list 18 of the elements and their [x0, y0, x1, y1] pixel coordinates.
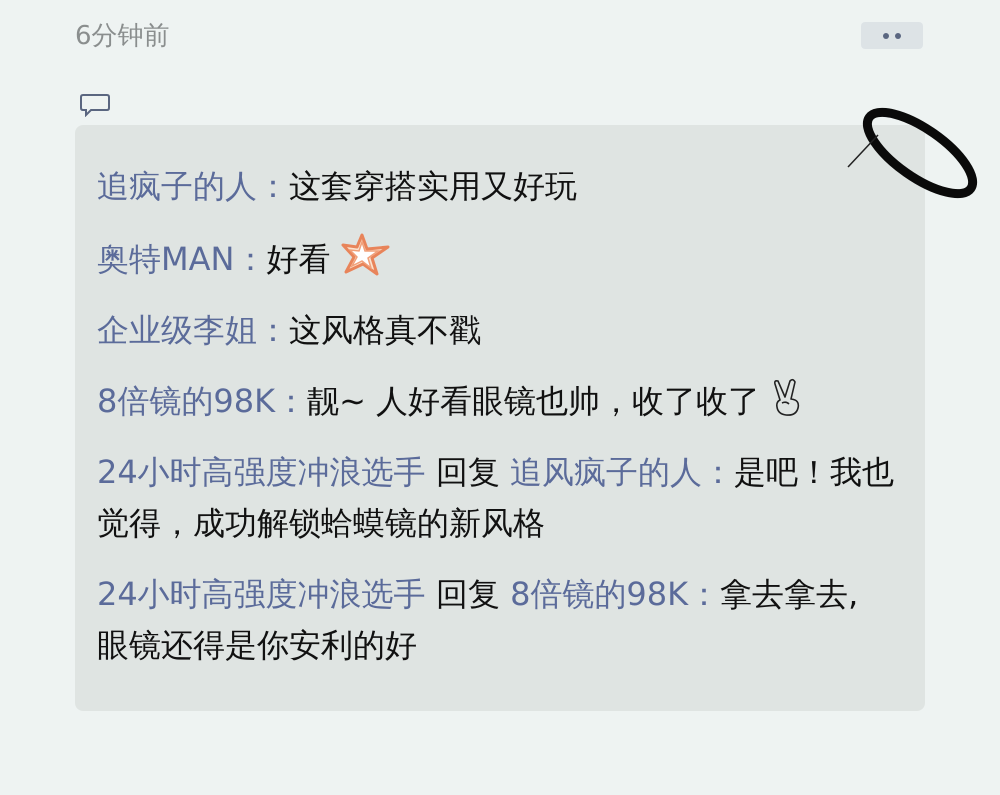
comment-text: 企业级李姐：这风格真不戳 [97, 310, 482, 351]
timestamp: 6分钟前 [75, 20, 170, 53]
author-link[interactable]: 追疯子的人： [97, 167, 289, 205]
comment-text: 奥特MAN：好看 [97, 232, 895, 285]
author-link[interactable]: 奥特MAN： [97, 240, 266, 278]
author-link[interactable]: 8倍镜的98K： [97, 382, 308, 420]
author-link[interactable]: 企业级李姐： [97, 311, 289, 349]
comment-text: 24小时高强度冲浪选手 回复 8倍镜的98K：拿去拿去, 眼镜还得是你安利的好 [97, 574, 860, 666]
comment-text: 追疯子的人：这套穿搭实用又好玩 [97, 166, 578, 207]
star-icon [340, 232, 392, 278]
author-link[interactable]: 24小时高强度冲浪选手 [97, 453, 426, 491]
comment-text: 8倍镜的98K：靓~ 人好看眼镜也帅，收了收了 [97, 376, 895, 427]
author-link[interactable]: 8倍镜的98K： [510, 575, 720, 613]
author-link[interactable]: 追风疯子的人： [510, 453, 734, 491]
more-button[interactable] [861, 22, 923, 49]
author-link[interactable]: 24小时高强度冲浪选手 [97, 575, 426, 613]
comment-text: 24小时高强度冲浪选手 回复 追风疯子的人：是吧！我也觉得，成功解锁蛤蟆镜的新风格 [97, 452, 895, 544]
comment-icon [80, 93, 110, 117]
